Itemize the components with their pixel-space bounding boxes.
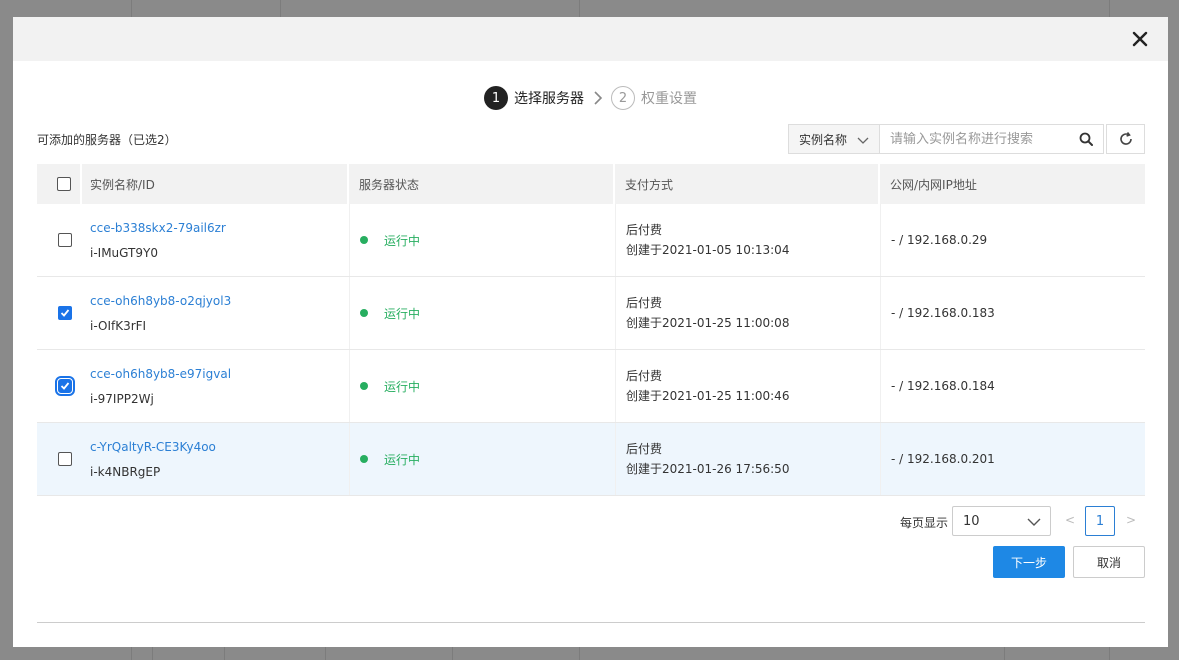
status-cell: 运行中 bbox=[349, 204, 615, 276]
row-checkbox[interactable] bbox=[54, 376, 75, 396]
step-2: 2 权重设置 bbox=[611, 86, 697, 110]
payment-cell: 后付费创建于2021-01-25 11:00:46 bbox=[615, 350, 880, 422]
created-time: 创建于2021-01-25 11:00:46 bbox=[626, 389, 790, 403]
status-cell: 运行中 bbox=[349, 350, 615, 422]
ip-address: - / 192.168.0.184 bbox=[891, 379, 995, 393]
instance-cell: cce-oh6h8yb8-e97igval i-97IPP2Wj bbox=[82, 350, 349, 422]
per-page-select[interactable]: 10 bbox=[952, 506, 1051, 536]
instance-name-link[interactable]: cce-oh6h8yb8-o2qjyol3 bbox=[90, 293, 347, 309]
status-cell: 运行中 bbox=[349, 423, 615, 495]
row-checkbox-cell bbox=[37, 423, 82, 495]
dialog-header bbox=[13, 17, 1168, 61]
step-1-number: 1 bbox=[484, 86, 508, 110]
table-row[interactable]: cce-oh6h8yb8-e97igval i-97IPP2Wj 运行中 后付费创建于… bbox=[37, 350, 1145, 423]
status-dot bbox=[360, 455, 368, 463]
table-row[interactable]: cce-oh6h8yb8-o2qjyol3 i-OIfK3rFI 运行中 后付费创建于… bbox=[37, 277, 1145, 350]
ip-cell: - / 192.168.0.183 bbox=[880, 277, 1145, 349]
footer-divider bbox=[37, 622, 1145, 623]
ip-cell: - / 192.168.0.201 bbox=[880, 423, 1145, 495]
ip-cell: - / 192.168.0.184 bbox=[880, 350, 1145, 422]
status-dot bbox=[360, 309, 368, 317]
refresh-button[interactable] bbox=[1106, 124, 1145, 154]
per-page-value: 10 bbox=[963, 513, 980, 529]
payment-type: 后付费 bbox=[626, 296, 663, 310]
payment-cell: 后付费创建于2021-01-26 17:56:50 bbox=[615, 423, 880, 495]
step-indicator: 1 选择服务器 2 权重设置 bbox=[13, 86, 1168, 110]
row-checkbox-cell bbox=[37, 277, 82, 349]
col-header-name: 实例名称/ID bbox=[82, 164, 349, 204]
step-2-label: 权重设置 bbox=[641, 91, 697, 107]
available-servers-label: 可添加的服务器（已选2） bbox=[37, 133, 177, 147]
instance-name-link[interactable]: cce-oh6h8yb8-e97igval bbox=[90, 366, 347, 382]
instance-id: i-OIfK3rFI bbox=[90, 318, 147, 333]
created-time: 创建于2021-01-05 10:13:04 bbox=[626, 243, 790, 257]
instance-name-link[interactable]: cce-b338skx2-79ail6zr bbox=[90, 220, 347, 236]
select-all-cell bbox=[37, 164, 82, 204]
ip-cell: - / 192.168.0.29 bbox=[880, 204, 1145, 276]
instance-id: i-97IPP2Wj bbox=[90, 391, 154, 406]
search-icon[interactable] bbox=[1069, 125, 1103, 153]
ip-address: - / 192.168.0.29 bbox=[891, 233, 988, 247]
cancel-button[interactable]: 取消 bbox=[1073, 546, 1145, 578]
chevron-down-icon bbox=[857, 134, 869, 148]
status-text: 运行中 bbox=[384, 306, 421, 321]
row-checkbox-cell bbox=[37, 350, 82, 422]
add-server-dialog: 1 选择服务器 2 权重设置 可添加的服务器（已选2） 实例名称 请输入实例名称… bbox=[13, 17, 1168, 647]
ip-address: - / 192.168.0.183 bbox=[891, 306, 995, 320]
payment-type: 后付费 bbox=[626, 442, 663, 456]
search-field-label: 实例名称 bbox=[799, 132, 848, 147]
page-1-button[interactable]: 1 bbox=[1085, 506, 1115, 536]
search-box: 实例名称 bbox=[788, 124, 1104, 154]
search-field-select[interactable]: 实例名称 bbox=[789, 125, 880, 153]
status-text: 运行中 bbox=[384, 452, 421, 467]
created-time: 创建于2021-01-25 11:00:08 bbox=[626, 316, 790, 330]
row-checkbox[interactable] bbox=[57, 452, 72, 466]
status-dot bbox=[360, 236, 368, 244]
payment-type: 后付费 bbox=[626, 369, 663, 383]
instance-cell: cce-oh6h8yb8-o2qjyol3 i-OIfK3rFI bbox=[82, 277, 349, 349]
status-text: 运行中 bbox=[384, 233, 421, 248]
instance-id: i-k4NBRgEP bbox=[90, 464, 161, 479]
col-header-status: 服务器状态 bbox=[349, 164, 615, 204]
chevron-right-icon bbox=[593, 91, 603, 105]
refresh-icon bbox=[1119, 132, 1132, 145]
payment-cell: 后付费创建于2021-01-05 10:13:04 bbox=[615, 204, 880, 276]
payment-type: 后付费 bbox=[626, 223, 663, 237]
table-header: 实例名称/ID 服务器状态 支付方式 公网/内网IP地址 bbox=[37, 164, 1145, 204]
status-dot bbox=[360, 382, 368, 390]
table-row[interactable]: c-YrQaltyR-CE3Ky4oo i-k4NBRgEP 运行中 后付费创建于20… bbox=[37, 423, 1145, 496]
step-2-number: 2 bbox=[611, 86, 635, 110]
instance-name-link[interactable]: c-YrQaltyR-CE3Ky4oo bbox=[90, 439, 347, 455]
per-page-label: 每页显示 bbox=[900, 516, 949, 530]
ip-address: - / 192.168.0.201 bbox=[891, 452, 995, 466]
next-step-button[interactable]: 下一步 bbox=[993, 546, 1065, 578]
row-checkbox[interactable] bbox=[57, 306, 72, 320]
search-input[interactable] bbox=[880, 125, 1069, 153]
payment-cell: 后付费创建于2021-01-25 11:00:08 bbox=[615, 277, 880, 349]
next-page-button[interactable]: > bbox=[1126, 513, 1136, 527]
prev-page-button[interactable]: < bbox=[1065, 513, 1075, 527]
close-icon[interactable] bbox=[1130, 29, 1150, 49]
table-body: cce-b338skx2-79ail6zr i-IMuGT9Y0 运行中 后付费 创建于… bbox=[37, 204, 1145, 496]
chevron-down-icon bbox=[1027, 516, 1041, 531]
step-1-label: 选择服务器 bbox=[514, 91, 584, 107]
instance-cell: c-YrQaltyR-CE3Ky4oo i-k4NBRgEP bbox=[82, 423, 349, 495]
col-header-payment: 支付方式 bbox=[615, 164, 880, 204]
row-checkbox[interactable] bbox=[57, 233, 72, 247]
row-checkbox-cell bbox=[37, 204, 82, 276]
col-header-ip: 公网/内网IP地址 bbox=[890, 177, 977, 192]
status-text: 运行中 bbox=[384, 379, 421, 394]
select-all-checkbox[interactable] bbox=[56, 177, 71, 191]
instance-id: i-IMuGT9Y0 bbox=[90, 245, 158, 260]
created-time: 创建于2021-01-26 17:56:50 bbox=[626, 462, 790, 476]
status-cell: 运行中 bbox=[349, 277, 615, 349]
step-1: 1 选择服务器 bbox=[484, 86, 584, 110]
server-table: 实例名称/ID 服务器状态 支付方式 公网/内网IP地址 cce-b338skx… bbox=[37, 164, 1145, 496]
instance-cell: cce-b338skx2-79ail6zr i-IMuGT9Y0 bbox=[82, 204, 349, 276]
table-row[interactable]: cce-b338skx2-79ail6zr i-IMuGT9Y0 运行中 后付费创建于… bbox=[37, 204, 1145, 277]
